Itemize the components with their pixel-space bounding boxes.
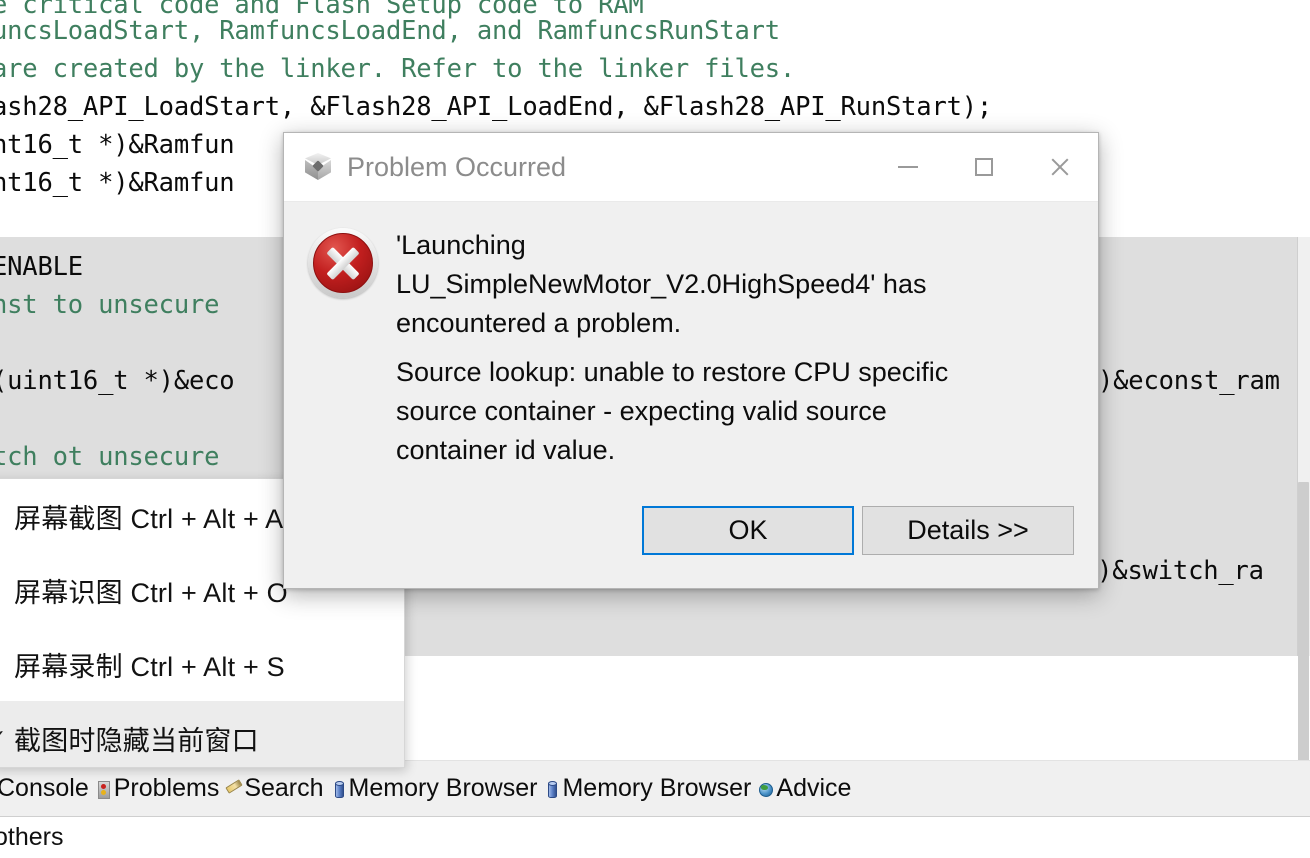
tab-advice[interactable]: Advice — [757, 771, 857, 807]
dialog-message: 'Launching LU_SimpleNewMotor_V2.0HighSpe… — [396, 226, 1074, 343]
details-button[interactable]: Details >> — [862, 506, 1074, 555]
error-circle-icon — [308, 228, 378, 298]
advice-globe-icon — [757, 780, 773, 798]
context-menu-item-hide-window-on-capture[interactable]: ✓ 截图时隐藏当前窗口 — [0, 701, 404, 768]
editor-vertical-scrollbar[interactable] — [1297, 237, 1310, 656]
code-line: )&econst_ram — [1098, 362, 1280, 400]
problem-occurred-dialog[interactable]: Problem Occurred 'Launching LU_SimpleNew… — [283, 132, 1099, 589]
tab-console[interactable]: Console — [0, 771, 95, 807]
dialog-detail-message: Source lookup: unable to restore CPU spe… — [396, 353, 1074, 470]
maximize-button[interactable] — [946, 133, 1022, 202]
code-line: uncsLoadStart, RamfuncsLoadEnd, and Ramf… — [0, 12, 780, 50]
code-line: tch ot unsecure — [0, 438, 219, 476]
context-menu-item-label: 屏幕识图 Ctrl + Alt + O — [14, 571, 288, 610]
ok-button[interactable]: OK — [642, 506, 854, 555]
tab-memory-browser-1[interactable]: Memory Browser — [330, 771, 544, 807]
dialog-text-block: 'Launching LU_SimpleNewMotor_V2.0HighSpe… — [396, 224, 1074, 470]
editor-scrollbar-thumb[interactable] — [1298, 482, 1309, 782]
memory-browser-icon — [330, 780, 346, 798]
window-controls — [870, 133, 1098, 201]
tab-search[interactable]: Search — [225, 771, 329, 807]
context-menu-item-label: 屏幕录制 Ctrl + Alt + S — [14, 645, 285, 684]
footer-strip: others — [0, 816, 1310, 858]
tab-label: Console — [0, 776, 89, 801]
code-line: nt16_t *)&Ramfun — [0, 126, 234, 164]
context-menu-item-screen-record[interactable]: 屏幕录制 Ctrl + Alt + S — [0, 627, 404, 701]
tab-memory-browser-2[interactable]: Memory Browser — [543, 771, 757, 807]
context-menu-item-label: 截图时隐藏当前窗口 — [14, 719, 259, 758]
context-menu-item-label: 屏幕截图 Ctrl + Alt + A — [14, 497, 283, 536]
maximize-icon — [975, 158, 993, 176]
search-icon — [225, 780, 241, 798]
cube-icon — [302, 151, 334, 183]
footer-text: others — [0, 825, 63, 850]
minimize-icon — [898, 166, 918, 168]
bottom-view-tabbar[interactable]: Console Problems Search Memory Browser M… — [0, 760, 1310, 816]
tab-label: Search — [244, 776, 323, 801]
close-icon — [1049, 156, 1071, 178]
code-line: *)&switch_ra — [1082, 552, 1264, 590]
tab-label: Memory Browser — [349, 776, 538, 801]
code-line: ENABLE — [0, 248, 83, 286]
dialog-button-bar: OK Details >> — [284, 492, 1098, 588]
tab-problems[interactable]: Problems — [95, 771, 226, 807]
close-button[interactable] — [1022, 133, 1098, 202]
code-line: (uint16_t *)&eco — [0, 362, 234, 400]
tab-label: Problems — [114, 776, 220, 801]
code-line: are created by the linker. Refer to the … — [0, 50, 795, 88]
memory-browser-icon — [543, 780, 559, 798]
code-line: nst to unsecure — [0, 286, 219, 324]
code-line: nt16_t *)&Ramfun — [0, 164, 234, 202]
dialog-title: Problem Occurred — [347, 154, 566, 181]
dialog-body: 'Launching LU_SimpleNewMotor_V2.0HighSpe… — [284, 202, 1098, 470]
minimize-button[interactable] — [870, 133, 946, 202]
code-line: ash28_API_LoadStart, &Flash28_API_LoadEn… — [0, 88, 992, 126]
tab-label: Advice — [776, 776, 851, 801]
checkmark-icon: ✓ — [0, 727, 14, 749]
dialog-titlebar[interactable]: Problem Occurred — [284, 133, 1098, 202]
screen-root: e critical code and Flash Setup code to … — [0, 0, 1310, 858]
tab-label: Memory Browser — [562, 776, 751, 801]
problems-icon — [95, 780, 111, 798]
